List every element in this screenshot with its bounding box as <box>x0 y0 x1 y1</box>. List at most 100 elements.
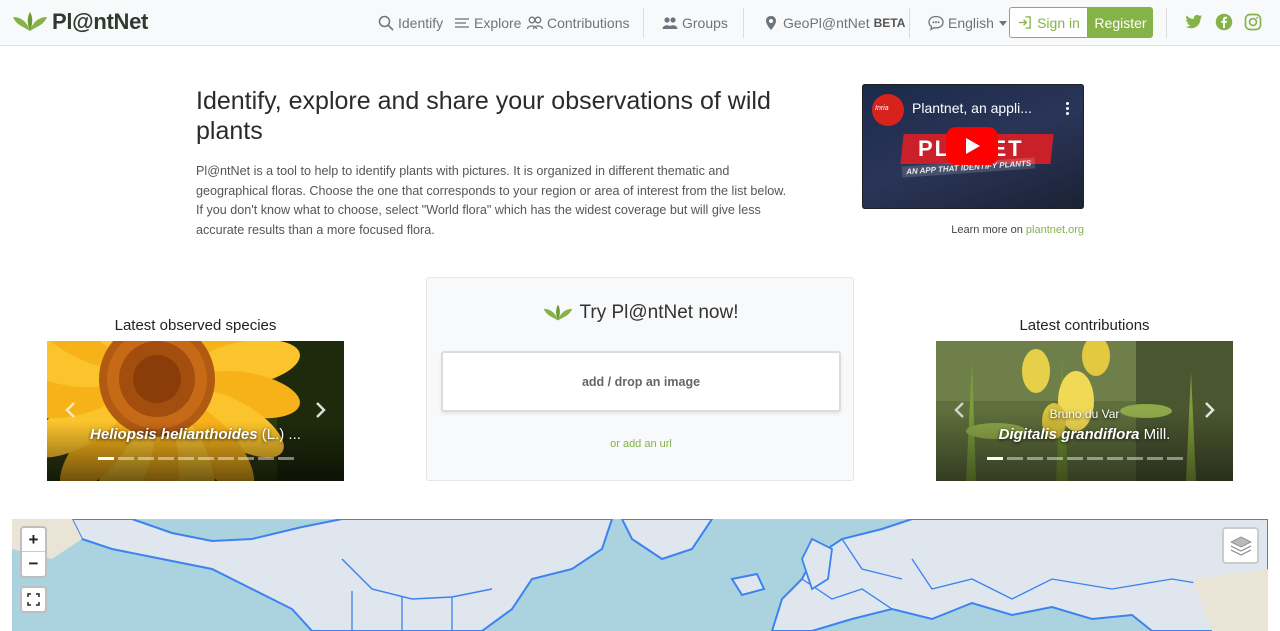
carousel-dot[interactable] <box>1126 457 1143 460</box>
channel-name: Inria <box>875 105 889 112</box>
nav-contributions-label: Contributions <box>547 15 630 31</box>
chevron-left-icon <box>65 402 75 418</box>
latest-species-carousel[interactable]: Heliopsis helianthoides (L.) ... <box>47 341 344 481</box>
carousel-indicators <box>47 457 344 460</box>
carousel-dot[interactable] <box>1106 457 1123 460</box>
carousel-dot[interactable] <box>1046 457 1063 460</box>
carousel-dot[interactable] <box>137 457 154 460</box>
twitter-link[interactable] <box>1185 13 1203 31</box>
carousel-dot[interactable] <box>1146 457 1163 460</box>
carousel-dot[interactable] <box>197 457 214 460</box>
fullscreen-icon <box>27 593 40 606</box>
chevron-right-icon <box>316 402 326 418</box>
instagram-link[interactable] <box>1244 13 1262 31</box>
latest-species-title: Latest observed species <box>114 317 277 334</box>
nav-geoplantnet[interactable]: GeoPl@ntNet BETA <box>763 13 905 33</box>
video-title[interactable]: Plantnet, an appli... <box>912 100 1032 116</box>
carousel-dot[interactable] <box>157 457 174 460</box>
learn-more-text: Learn more on <box>951 224 1023 236</box>
carousel-prev-button[interactable] <box>63 401 77 419</box>
carousel-dot[interactable] <box>1066 457 1083 460</box>
world-map[interactable] <box>12 519 1268 631</box>
nav-groups[interactable]: Groups <box>662 13 728 33</box>
nav-identify[interactable]: Identify <box>378 13 443 33</box>
plantnet-org-link[interactable]: plantnet.org <box>1026 224 1084 236</box>
carousel-dot[interactable] <box>1026 457 1043 460</box>
carousel-dot[interactable] <box>97 457 114 460</box>
carousel-dot[interactable] <box>237 457 254 460</box>
top-navbar: Pl@ntNet Identify Explore Contributions … <box>0 0 1280 46</box>
page-title: Identify, explore and share your observa… <box>196 87 771 145</box>
nav-explore-label: Explore <box>474 15 522 31</box>
carousel-dot[interactable] <box>1006 457 1023 460</box>
layers-icon <box>1229 536 1252 556</box>
facebook-icon <box>1215 13 1233 31</box>
search-icon <box>378 15 394 31</box>
try-title: Try Pl@ntNet now! <box>427 302 855 324</box>
nav-groups-label: Groups <box>682 15 728 31</box>
carousel-dot[interactable] <box>177 457 194 460</box>
language-label: English <box>948 15 994 31</box>
video-player[interactable]: PL@NET AN APP THAT IDENTIFY PLANTS Inria… <box>862 84 1084 209</box>
zoom-control: + − <box>20 526 47 578</box>
list-icon <box>455 18 469 28</box>
species-name: Heliopsis helianthoides <box>90 426 258 443</box>
carousel-dot[interactable] <box>986 457 1003 460</box>
register-button[interactable]: Register <box>1088 7 1153 38</box>
chevron-down-icon <box>998 20 1007 26</box>
instagram-icon <box>1244 13 1262 31</box>
fullscreen-button[interactable] <box>20 586 47 613</box>
nav-divider <box>643 8 644 38</box>
nav-explore[interactable]: Explore <box>454 13 521 33</box>
nav-divider <box>909 8 910 38</box>
brand-logo[interactable]: Pl@ntNet <box>12 9 148 35</box>
carousel-dot[interactable] <box>217 457 234 460</box>
contribution-author: Bruno du Var <box>1049 407 1120 421</box>
twitter-icon <box>1185 14 1203 29</box>
sign-in-icon <box>1018 16 1031 29</box>
sign-in-button[interactable]: Sign in <box>1009 7 1088 38</box>
latest-contributions-carousel[interactable]: Bruno du Var Digitalis grandiflora Mill. <box>936 341 1233 481</box>
map-marker-icon <box>766 16 776 30</box>
nav-identify-label: Identify <box>398 15 444 31</box>
try-plantnet-panel: Try Pl@ntNet now! add / drop an image or… <box>426 277 854 481</box>
carousel-next-button[interactable] <box>314 401 328 419</box>
play-button[interactable] <box>946 127 998 165</box>
carousel-dot[interactable] <box>277 457 294 460</box>
add-url-link[interactable]: or add an url <box>427 438 855 450</box>
facebook-link[interactable] <box>1215 13 1233 31</box>
carousel-dot[interactable] <box>257 457 274 460</box>
nav-divider <box>743 8 744 38</box>
nav-divider <box>1166 8 1167 38</box>
users-icon <box>527 16 543 30</box>
zoom-in-button[interactable]: + <box>22 528 45 552</box>
leaf-logo-icon <box>544 304 573 321</box>
register-label: Register <box>1094 14 1147 31</box>
more-options-icon[interactable] <box>1066 102 1070 116</box>
carousel-dot[interactable] <box>1086 457 1103 460</box>
zoom-out-button[interactable]: − <box>22 552 45 576</box>
brand-name: Pl@ntNet <box>52 9 149 34</box>
layers-control[interactable] <box>1222 527 1259 564</box>
leaf-logo-icon <box>13 12 47 31</box>
learn-more: Learn more on plantnet.org <box>862 224 1084 236</box>
map-tiles <box>12 519 1268 631</box>
contribution-caption[interactable]: Digitalis grandiflora Mill. <box>936 426 1233 443</box>
carousel-dot[interactable] <box>1166 457 1183 460</box>
language-icon <box>928 15 944 31</box>
nav-contributions[interactable]: Contributions <box>527 13 630 33</box>
group-icon <box>662 17 678 29</box>
image-drop-zone[interactable]: add / drop an image <box>441 351 841 412</box>
try-title-label: Try Pl@ntNet now! <box>579 302 739 323</box>
beta-badge: BETA <box>873 16 906 30</box>
contribution-species-name: Digitalis grandiflora <box>998 426 1140 443</box>
carousel-indicators <box>936 457 1233 460</box>
channel-avatar[interactable]: Inria <box>872 94 904 126</box>
latest-contributions-title: Latest contributions <box>1019 317 1150 334</box>
language-dropdown[interactable]: English <box>928 13 1007 33</box>
sign-in-label: Sign in <box>1037 14 1080 31</box>
nav-geoplantnet-label: GeoPl@ntNet <box>783 15 870 31</box>
carousel-dot[interactable] <box>117 457 134 460</box>
contribution-species-author: Mill. <box>1139 426 1171 443</box>
species-caption[interactable]: Heliopsis helianthoides (L.) ... <box>47 426 344 443</box>
